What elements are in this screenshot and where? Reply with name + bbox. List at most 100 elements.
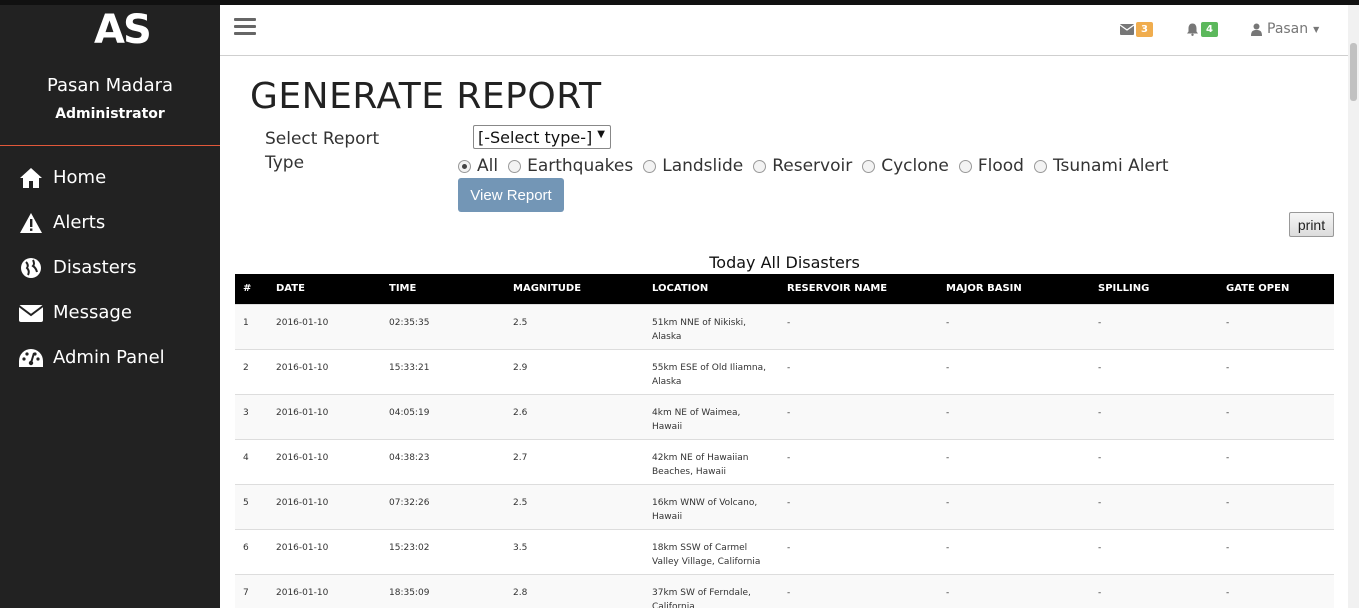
radio-label: Earthquakes [527, 156, 634, 176]
view-report-button[interactable]: View Report [458, 178, 564, 212]
column-header: RESERVOIR NAME [787, 283, 888, 295]
table-cell: 6 [243, 542, 249, 553]
table-cell: 18km SSW of Carmel Valley Village, Calif… [652, 542, 761, 567]
page-title: GENERATE REPORT [250, 76, 602, 117]
table-cell: 2016-01-10 [276, 362, 329, 373]
table-cell: 15:33:21 [389, 362, 430, 373]
table-cell: - [1226, 587, 1230, 598]
table-cell: 51km NNE of Nikiski, Alaska [652, 317, 747, 342]
radio-button[interactable] [1033, 159, 1047, 173]
table-cell: - [1226, 407, 1230, 418]
column-header: # [243, 283, 252, 295]
logo-text: AS [94, 7, 152, 53]
radio-all[interactable]: All [458, 156, 498, 176]
radio-flood[interactable]: Flood [958, 156, 1024, 176]
radio-landslide[interactable]: Landslide [643, 156, 743, 176]
sidebar-item-alerts[interactable]: Alerts [0, 200, 220, 245]
sidebar-item-admin-panel[interactable]: Admin Panel [0, 335, 220, 380]
radio-tsunami-alert[interactable]: Tsunami Alert [1033, 156, 1169, 176]
table-row: 4 2016-01-10 04:38:23 2.7 42km NE of Hawaiia… [235, 439, 1334, 484]
table-cell: - [1098, 317, 1102, 328]
menu-toggle-icon[interactable] [234, 18, 256, 38]
radio-label: Tsunami Alert [1052, 156, 1169, 176]
alerts-dropdown[interactable]: 4 [1186, 22, 1218, 37]
scrollbar-thumb[interactable] [1350, 43, 1357, 101]
column-header: DATE [276, 283, 305, 295]
radio-label: Flood [977, 156, 1024, 176]
report-type-select-value: [-Select type-] [478, 127, 593, 147]
report-type-select[interactable]: [-Select type-] ▼ [473, 125, 611, 149]
caret-down-icon: ▼ [1313, 24, 1320, 34]
table-cell: - [946, 407, 950, 418]
table-cell: - [1226, 497, 1230, 508]
table-row: 6 2016-01-10 15:23:02 3.5 18km SSW of Carmel… [235, 529, 1334, 574]
messages-badge: 3 [1136, 22, 1153, 37]
table-cell: 1 [243, 317, 249, 328]
radio-label: Reservoir [772, 156, 853, 176]
table-cell: 2016-01-10 [276, 542, 329, 553]
table-cell: - [1226, 542, 1230, 553]
sidebar-nav: Home Alerts Disasters Message Admin Pane… [0, 155, 220, 380]
table-cell: - [946, 497, 950, 508]
table-cell: 2.6 [513, 407, 528, 418]
table-cell: - [1098, 587, 1102, 598]
radio-label: Cyclone [881, 156, 949, 176]
table-cell: - [1226, 452, 1230, 463]
sidebar-item-disasters[interactable]: Disasters [0, 245, 220, 290]
radio-cyclone[interactable]: Cyclone [862, 156, 949, 176]
table-cell: - [946, 587, 950, 598]
app-logo[interactable]: AS [60, 7, 170, 55]
table-cell: - [787, 497, 791, 508]
sidebar-item-label: Home [53, 167, 107, 188]
radio-earthquakes[interactable]: Earthquakes [508, 156, 633, 176]
sidebar-item-message[interactable]: Message [0, 290, 220, 335]
table-cell: - [787, 362, 791, 373]
table-cell: - [1226, 317, 1230, 328]
dashboard-icon [18, 345, 44, 371]
column-header: LOCATION [652, 283, 709, 295]
table-cell: 3 [243, 407, 249, 418]
table-header-row: # DATE TIME MAGNITUDE LOCATION RESERVOIR… [235, 274, 1334, 304]
table-cell: - [1098, 542, 1102, 553]
home-icon [18, 165, 44, 191]
table-cell: - [787, 407, 791, 418]
sidebar-item-home[interactable]: Home [0, 155, 220, 200]
user-dropdown-label: Pasan [1267, 21, 1309, 37]
table-cell: - [1226, 362, 1230, 373]
table-cell: - [1098, 452, 1102, 463]
sidebar-item-label: Message [53, 302, 132, 323]
radio-button[interactable] [862, 159, 876, 173]
envelope-icon [18, 300, 44, 326]
radio-reservoir[interactable]: Reservoir [753, 156, 852, 176]
table-cell: 42km NE of Hawaiian Beaches, Hawaii [652, 452, 749, 477]
table-cell: 16km WNW of Volcano, Hawaii [652, 497, 758, 522]
table-cell: 2.7 [513, 452, 528, 463]
alerts-badge: 4 [1201, 22, 1218, 37]
column-header: SPILLING [1098, 283, 1150, 295]
radio-button[interactable] [643, 159, 657, 173]
table-cell: 2016-01-10 [276, 497, 329, 508]
table-cell: 07:32:26 [389, 497, 430, 508]
table-cell: 7 [243, 587, 249, 598]
radio-button[interactable] [458, 159, 471, 173]
table-cell: 15:23:02 [389, 542, 430, 553]
column-header: MAJOR BASIN [946, 283, 1022, 295]
sidebar-item-label: Admin Panel [53, 347, 165, 368]
table-cell: 2016-01-10 [276, 587, 329, 598]
radio-button[interactable] [958, 159, 972, 173]
page-scrollbar[interactable] [1348, 5, 1359, 608]
disaster-type-radio-group: All Earthquakes Landslide Reservoir Cycl… [458, 156, 1179, 176]
table-cell: 18:35:09 [389, 587, 430, 598]
globe-icon [18, 255, 44, 281]
top-navbar: 3 4 Pasan ▼ [220, 5, 1348, 56]
print-button[interactable]: print [1289, 212, 1334, 237]
table-cell: 2016-01-10 [276, 452, 329, 463]
column-header: GATE OPEN [1226, 283, 1290, 295]
messages-dropdown[interactable]: 3 [1120, 22, 1153, 37]
radio-button[interactable] [753, 159, 767, 173]
radio-button[interactable] [508, 159, 522, 173]
table-cell: - [787, 542, 791, 553]
user-dropdown[interactable]: Pasan ▼ [1251, 21, 1319, 37]
table-cell: - [946, 542, 950, 553]
sidebar-item-label: Disasters [53, 257, 137, 278]
